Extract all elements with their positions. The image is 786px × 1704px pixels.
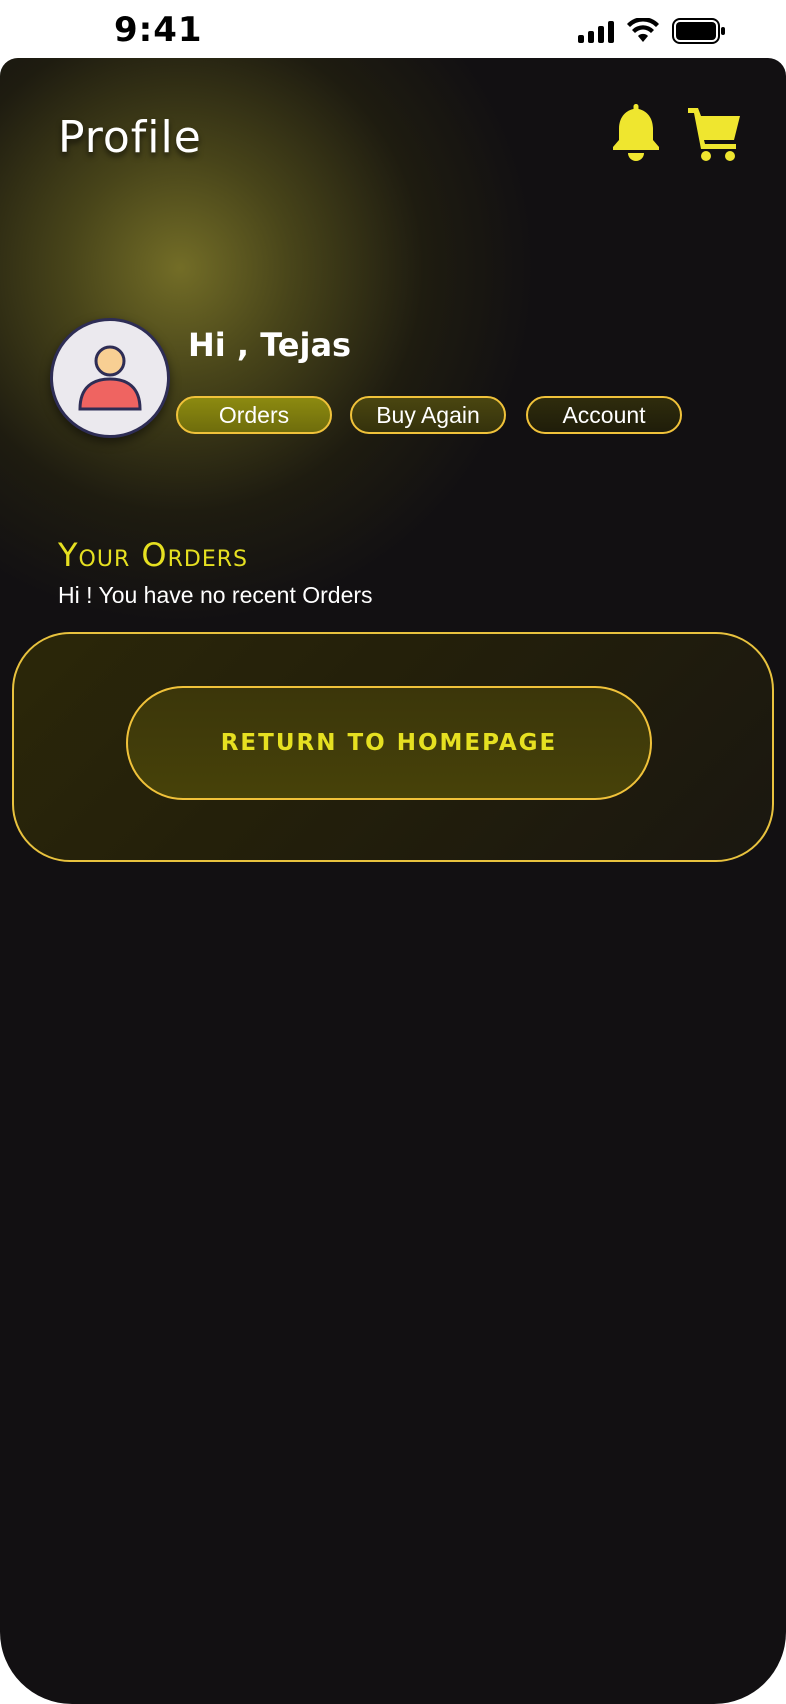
orders-empty-message: Hi ! You have no recent Orders xyxy=(58,582,373,608)
return-to-homepage-button[interactable]: Return to Homepage xyxy=(126,686,652,800)
status-icons xyxy=(578,18,726,44)
orders-card: Return to Homepage xyxy=(12,632,774,862)
wifi-icon xyxy=(627,18,659,42)
tab-orders[interactable]: Orders xyxy=(176,396,332,434)
user-greeting: Hi , Tejas xyxy=(188,326,352,364)
profile-screen: Profile Hi , Tejas Orders Buy Again Acco… xyxy=(0,58,786,1704)
cart-icon[interactable] xyxy=(684,100,744,164)
user-avatar-icon xyxy=(78,345,142,411)
orders-section-title: Your Orders xyxy=(58,536,248,574)
cellular-signal-icon xyxy=(578,19,614,43)
page-title: Profile xyxy=(58,112,202,163)
avatar[interactable] xyxy=(50,318,170,438)
tab-account[interactable]: Account xyxy=(526,396,682,434)
tab-buy-again[interactable]: Buy Again xyxy=(350,396,506,434)
battery-icon xyxy=(672,18,725,44)
status-time: 9:41 xyxy=(114,10,203,50)
status-bar: 9:41 xyxy=(0,0,786,60)
bell-icon[interactable] xyxy=(606,100,666,164)
